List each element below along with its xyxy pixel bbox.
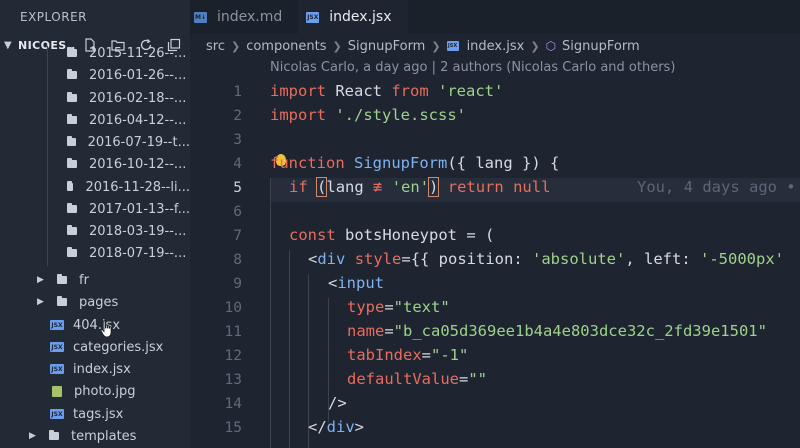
explorer-sidebar: EXPLORER ▼ NICOES... 2015-11-26--... 201… — [0, 0, 190, 448]
line-number: 8 — [233, 252, 242, 268]
jsx-icon: JSX — [306, 11, 320, 23]
breadcrumb: src ❯ components ❯ SignupForm ❯ JSX inde… — [190, 34, 800, 58]
tree-folder-fr[interactable]: ▶ fr — [0, 269, 190, 291]
tree-folder[interactable]: 2016-10-12--... — [0, 153, 190, 175]
chevron-right-icon: ▶ — [29, 431, 36, 441]
breadcrumb-item[interactable]: components — [246, 39, 326, 54]
chevron-right-icon: ❯ — [332, 39, 342, 53]
folder-icon — [67, 247, 77, 257]
line-number: 2 — [233, 108, 242, 124]
tree-folder-templates[interactable]: ▶ templates — [0, 425, 190, 447]
folder-icon — [67, 92, 77, 102]
tree-folder[interactable]: 2017-01-13--f... — [0, 198, 190, 220]
jsx-icon: JSX — [50, 342, 64, 352]
folder-icon — [57, 274, 67, 284]
line-number: 9 — [233, 276, 242, 292]
folder-icon — [67, 114, 77, 124]
line-number: 3 — [233, 132, 242, 148]
folder-icon — [67, 69, 77, 79]
folder-icon — [57, 296, 67, 306]
folder-icon — [67, 158, 77, 168]
code-line-7: const botsHoneypot = ( — [289, 226, 495, 244]
chevron-right-icon: ▶ — [37, 275, 44, 285]
tree-folder[interactable]: 2016-01-26--... — [0, 64, 190, 86]
folder-icon — [67, 47, 77, 57]
tab-index-md[interactable]: M↓ index.md — [190, 0, 298, 34]
tab-index-jsx[interactable]: JSX index.jsx — [298, 0, 408, 34]
line-number: 4 — [233, 156, 242, 172]
line-number: 10 — [224, 300, 242, 316]
markdown-icon: M↓ — [194, 11, 207, 23]
line-number: 12 — [224, 348, 242, 364]
tree-folder[interactable]: 2016-07-19--t... — [0, 131, 190, 153]
code-line-5: if (lang ≢ 'en') return null — [289, 177, 551, 197]
tree-folder[interactable]: 2016-11-28--li... — [0, 176, 190, 198]
tree-folder[interactable]: 2018-03-19--... — [0, 220, 190, 242]
folder-icon — [67, 225, 77, 235]
line-number: 7 — [233, 228, 242, 244]
jsx-icon: JSX — [50, 320, 64, 330]
chevron-right-icon: ❯ — [431, 39, 441, 53]
tree-file[interactable]: JSX 404.jsx — [0, 314, 190, 336]
tree-folder[interactable]: 2016-02-18--... — [0, 87, 190, 109]
breadcrumb-item[interactable]: SignupForm — [348, 39, 426, 54]
folder-icon — [67, 136, 76, 146]
tree-file[interactable]: JSX categories.jsx — [0, 336, 190, 358]
jsx-icon: JSX — [50, 364, 64, 374]
breadcrumb-item[interactable]: src — [206, 39, 225, 54]
breadcrumb-item[interactable]: SignupForm — [562, 39, 640, 54]
hand-pointer-icon — [100, 320, 112, 338]
image-file-icon — [52, 385, 62, 397]
folder-icon — [49, 430, 59, 440]
symbol-cube-icon: ⬡ — [545, 39, 557, 53]
code-line-14: /> — [328, 394, 347, 412]
code-line-11: name="b_ca05d369ee1b4a4e803dce32c_2fd39e… — [347, 322, 767, 340]
code-line-2: import './style.scss' — [270, 106, 466, 124]
line-number: 15 — [224, 420, 242, 436]
jsx-icon: JSX — [446, 41, 459, 51]
explorer-title: EXPLORER — [20, 10, 87, 24]
line-number: 14 — [224, 396, 242, 412]
chevron-right-icon: ▶ — [37, 297, 44, 307]
git-blame-codelens[interactable]: Nicolas Carlo, a day ago | 2 authors (Ni… — [270, 60, 675, 75]
line-number: 11 — [224, 324, 242, 340]
inline-blame-ghost-text: You, 4 days ago • — [637, 178, 796, 196]
code-line-8: <div style={{ position: 'absolute', left… — [308, 250, 784, 268]
line-number: 6 — [233, 204, 242, 220]
chevron-right-icon: ❯ — [530, 39, 540, 53]
tree-folder[interactable]: 2015-11-26--... — [0, 42, 190, 64]
tree-folder[interactable]: 2016-04-12--... — [0, 109, 190, 131]
folder-icon — [67, 181, 74, 191]
code-line-13: defaultValue="" — [347, 370, 487, 388]
code-line-4: function SignupForm({ lang }) { — [270, 154, 560, 172]
chevron-right-icon: ❯ — [230, 39, 241, 53]
code-line-15: </div> — [308, 418, 365, 436]
line-number-active: 5 — [233, 180, 242, 196]
folder-icon — [67, 203, 77, 213]
code-editor[interactable]: 1 2 3 4 5 6 7 8 9 10 11 12 13 14 15 impo… — [190, 80, 800, 448]
tree-folder-pages[interactable]: ▶ pages — [0, 291, 190, 313]
tree-file[interactable]: JSX tags.jsx — [0, 403, 190, 425]
line-number: 13 — [224, 372, 242, 388]
tree-file[interactable]: photo.jpg — [0, 380, 190, 402]
line-number: 1 — [233, 84, 242, 100]
breadcrumb-item[interactable]: index.jsx — [467, 39, 525, 54]
tree-folder[interactable]: 2018-07-19--... — [0, 242, 190, 264]
jsx-icon: JSX — [50, 409, 64, 419]
indent-guide — [289, 250, 290, 448]
editor-tab-bar: M↓ index.md JSX index.jsx — [190, 0, 800, 34]
code-line-1: import React from 'react' — [270, 82, 504, 100]
code-line-12: tabIndex="-1" — [347, 346, 469, 364]
tree-file[interactable]: JSX index.jsx — [0, 358, 190, 380]
code-line-9: <input — [328, 274, 385, 292]
indent-guide — [270, 178, 271, 448]
code-line-10: type="text" — [347, 298, 450, 316]
